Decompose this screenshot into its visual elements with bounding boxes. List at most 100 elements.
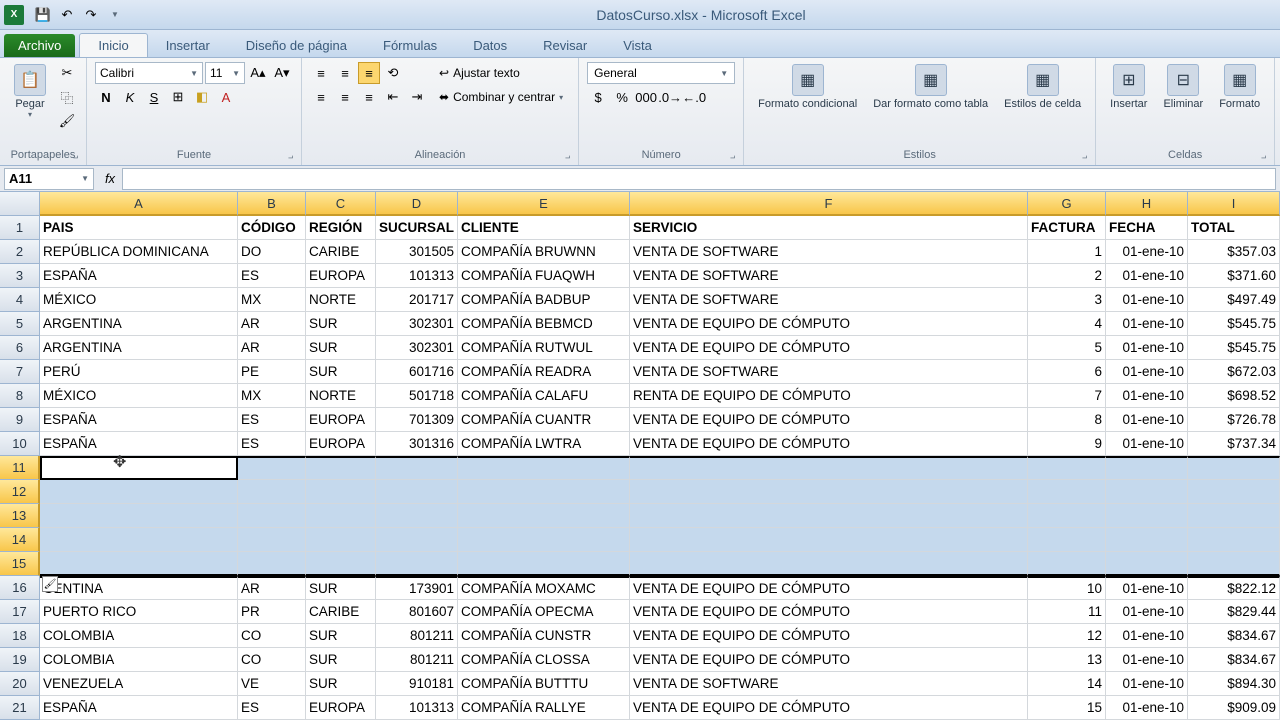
cell[interactable] <box>376 480 458 504</box>
orientation-button[interactable]: ⟲ <box>382 62 404 84</box>
row-header-21[interactable]: 21 <box>0 696 40 720</box>
increase-font-button[interactable]: A▴ <box>247 62 269 84</box>
cell[interactable]: CO <box>238 648 306 672</box>
cell[interactable]: 01-ene-10 <box>1106 360 1188 384</box>
cell[interactable]: ES <box>238 696 306 720</box>
tab-data[interactable]: Datos <box>455 34 525 57</box>
cell[interactable]: 801211 <box>376 648 458 672</box>
cell[interactable]: VENTA DE SOFTWARE <box>630 240 1028 264</box>
cell[interactable]: COMPAÑÍA BEBMCD <box>458 312 630 336</box>
cell[interactable] <box>238 456 306 480</box>
cell[interactable]: ESPAÑA <box>40 696 238 720</box>
cell[interactable]: GENTINA <box>40 576 238 600</box>
cut-button[interactable]: ✂ <box>56 62 78 84</box>
cell[interactable] <box>40 456 238 480</box>
cell[interactable] <box>1028 528 1106 552</box>
col-header-G[interactable]: G <box>1028 192 1106 216</box>
cell[interactable]: COMPAÑÍA READRA <box>458 360 630 384</box>
cell[interactable]: 6 <box>1028 360 1106 384</box>
tab-layout[interactable]: Diseño de página <box>228 34 365 57</box>
cell[interactable] <box>306 528 376 552</box>
cell[interactable] <box>376 528 458 552</box>
cell[interactable]: 101313 <box>376 696 458 720</box>
cell[interactable]: 801211 <box>376 624 458 648</box>
cell[interactable]: 5 <box>1028 336 1106 360</box>
cell[interactable]: ES <box>238 432 306 456</box>
row-header-13[interactable]: 13 <box>0 504 40 528</box>
undo-button[interactable]: ↶ <box>56 4 78 26</box>
borders-button[interactable]: ⊞ <box>167 86 189 108</box>
cell[interactable] <box>630 504 1028 528</box>
cell[interactable]: 801607 <box>376 600 458 624</box>
decrease-font-button[interactable]: A▾ <box>271 62 293 84</box>
cell[interactable]: VENTA DE EQUIPO DE CÓMPUTO <box>630 648 1028 672</box>
cell[interactable]: FECHA <box>1106 216 1188 240</box>
cell[interactable]: VENTA DE EQUIPO DE CÓMPUTO <box>630 408 1028 432</box>
cell[interactable]: 01-ene-10 <box>1106 576 1188 600</box>
paste-button[interactable]: 📋Pegar▾ <box>8 62 52 121</box>
cell[interactable]: PE <box>238 360 306 384</box>
cell[interactable]: 01-ene-10 <box>1106 600 1188 624</box>
cell[interactable]: ARGENTINA <box>40 336 238 360</box>
cell[interactable]: VENTA DE EQUIPO DE CÓMPUTO <box>630 312 1028 336</box>
cell[interactable]: CLIENTE <box>458 216 630 240</box>
cell[interactable]: AR <box>238 312 306 336</box>
cell[interactable] <box>306 552 376 576</box>
cell[interactable] <box>1028 552 1106 576</box>
row-header-10[interactable]: 10 <box>0 432 40 456</box>
row-header-4[interactable]: 4 <box>0 288 40 312</box>
cell[interactable] <box>1106 528 1188 552</box>
cell[interactable]: 01-ene-10 <box>1106 384 1188 408</box>
cell-styles-button[interactable]: ▦Estilos de celda <box>998 62 1087 112</box>
cell[interactable]: 2 <box>1028 264 1106 288</box>
cell[interactable]: 01-ene-10 <box>1106 696 1188 720</box>
cell[interactable]: MÉXICO <box>40 288 238 312</box>
cell[interactable] <box>1188 456 1280 480</box>
cell[interactable]: VENTA DE EQUIPO DE CÓMPUTO <box>630 600 1028 624</box>
bold-button[interactable]: N <box>95 86 117 108</box>
cell[interactable]: DO <box>238 240 306 264</box>
row-header-1[interactable]: 1 <box>0 216 40 240</box>
redo-button[interactable]: ↷ <box>80 4 102 26</box>
col-header-B[interactable]: B <box>238 192 306 216</box>
cell[interactable]: $545.75 <box>1188 312 1280 336</box>
align-top-button[interactable]: ≡ <box>310 62 332 84</box>
cell[interactable]: AR <box>238 576 306 600</box>
cell[interactable] <box>630 552 1028 576</box>
col-header-D[interactable]: D <box>376 192 458 216</box>
cell[interactable] <box>306 480 376 504</box>
cell[interactable]: VENTA DE SOFTWARE <box>630 288 1028 312</box>
cell[interactable]: SUR <box>306 336 376 360</box>
row-header-12[interactable]: 12 <box>0 480 40 504</box>
cell[interactable]: 910181 <box>376 672 458 696</box>
formula-input[interactable] <box>122 168 1276 190</box>
col-header-F[interactable]: F <box>630 192 1028 216</box>
cell[interactable]: MÉXICO <box>40 384 238 408</box>
cell[interactable]: VENTA DE EQUIPO DE CÓMPUTO <box>630 624 1028 648</box>
cell[interactable]: 302301 <box>376 312 458 336</box>
col-header-E[interactable]: E <box>458 192 630 216</box>
cell[interactable]: 01-ene-10 <box>1106 240 1188 264</box>
cell[interactable]: EUROPA <box>306 432 376 456</box>
excel-icon[interactable]: X <box>4 5 24 25</box>
cell[interactable]: 1 <box>1028 240 1106 264</box>
cell[interactable] <box>458 528 630 552</box>
cell[interactable]: SUR <box>306 576 376 600</box>
decrease-indent-button[interactable]: ⇤ <box>382 86 404 108</box>
cell[interactable]: 7 <box>1028 384 1106 408</box>
insert-function-button[interactable]: fx <box>98 168 122 190</box>
cell[interactable]: 9 <box>1028 432 1106 456</box>
cell[interactable]: SUR <box>306 648 376 672</box>
font-size-select[interactable]: 11▼ <box>205 62 245 84</box>
align-right-button[interactable]: ≡ <box>358 86 380 108</box>
col-header-C[interactable]: C <box>306 192 376 216</box>
cell[interactable]: COMPAÑÍA RALLYE <box>458 696 630 720</box>
cell[interactable]: CO <box>238 624 306 648</box>
cell[interactable]: PUERTO RICO <box>40 600 238 624</box>
cell[interactable]: 701309 <box>376 408 458 432</box>
cell[interactable]: 13 <box>1028 648 1106 672</box>
cell[interactable]: COMPAÑÍA BRUWNN <box>458 240 630 264</box>
cell[interactable]: REPÚBLICA DOMINICANA <box>40 240 238 264</box>
row-header-15[interactable]: 15 <box>0 552 40 576</box>
cell[interactable]: VENTA DE EQUIPO DE CÓMPUTO <box>630 432 1028 456</box>
